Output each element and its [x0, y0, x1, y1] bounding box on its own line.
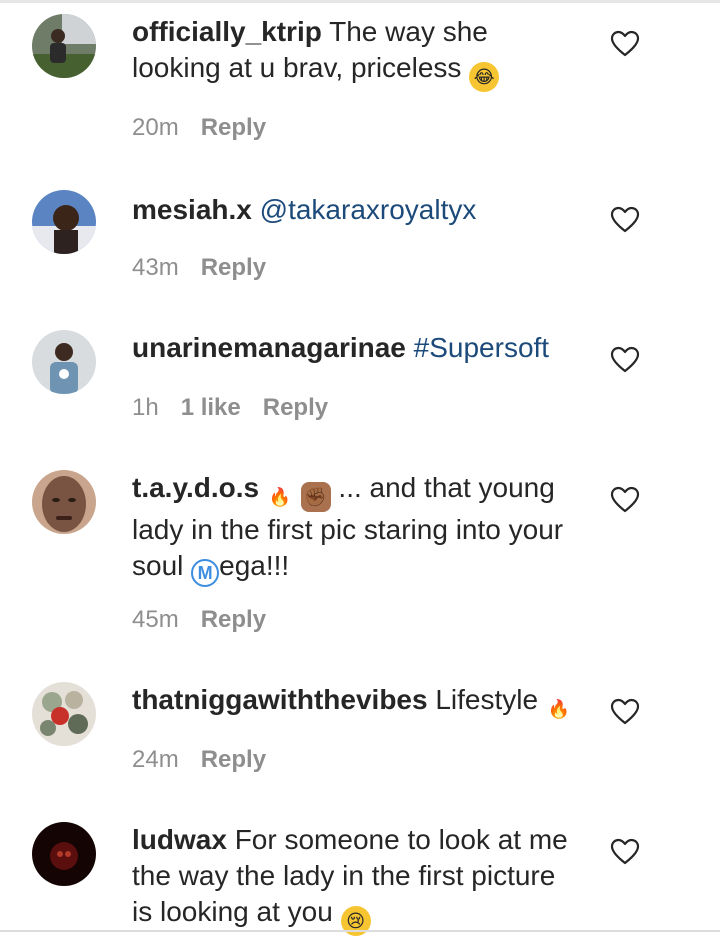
comment-time: 43m: [132, 254, 179, 281]
avatar[interactable]: [32, 682, 96, 746]
comment-time: 1h: [132, 394, 159, 421]
heart-outline-icon[interactable]: [610, 206, 640, 234]
comment-meta: 43m Reply: [132, 254, 266, 282]
comment-time: 24m: [132, 746, 179, 773]
raised-fist-emoji-icon: ✊🏾: [300, 482, 331, 512]
heart-outline-icon[interactable]: [610, 838, 640, 866]
comment-likes-count[interactable]: 1 like: [181, 394, 241, 421]
fire-emoji-icon: 🔥: [547, 699, 571, 719]
fire-emoji-icon: 🔥: [268, 487, 292, 507]
comment-text: ludwax For someone to look at me the way…: [132, 822, 582, 936]
comment-meta: 45m Reply: [132, 606, 266, 634]
reply-button[interactable]: Reply: [201, 254, 266, 281]
comment-meta: 20m Reply: [132, 114, 266, 142]
circled-m-icon: M: [191, 559, 220, 587]
comment-username[interactable]: unarinemanagarinae: [132, 332, 406, 363]
avatar[interactable]: [32, 470, 96, 534]
avatar[interactable]: [32, 14, 96, 78]
comment-text: officially_ktrip The way she looking at …: [132, 14, 582, 92]
comment-meta: 1h 1 like Reply: [132, 394, 328, 422]
heart-outline-icon[interactable]: [610, 698, 640, 726]
comment-content-end: ega!!!: [219, 550, 290, 581]
reply-button[interactable]: Reply: [201, 746, 266, 773]
laughing-emoji-icon: 😂: [469, 62, 500, 92]
reply-button[interactable]: Reply: [201, 606, 266, 633]
heart-outline-icon[interactable]: [610, 486, 640, 514]
comment-username[interactable]: thatniggawiththevibes: [132, 684, 428, 715]
comment-text: unarinemanagarinae #Supersoft: [132, 330, 582, 366]
comment-text: t.a.y.d.o.s 🔥 ✊🏾 ... and that young lady…: [132, 470, 582, 587]
comment-username[interactable]: ludwax: [132, 824, 227, 855]
reply-button[interactable]: Reply: [263, 394, 328, 421]
avatar[interactable]: [32, 822, 96, 886]
comment-time: 20m: [132, 114, 179, 141]
heart-outline-icon[interactable]: [610, 346, 640, 374]
comment-username[interactable]: mesiah.x: [132, 194, 252, 225]
comment-hashtag-link[interactable]: #Supersoft: [414, 332, 549, 363]
avatar[interactable]: [32, 190, 96, 254]
comment-time: 45m: [132, 606, 179, 633]
top-divider: [0, 0, 720, 3]
heart-outline-icon[interactable]: [610, 30, 640, 58]
comment-text: mesiah.x @takaraxroyaltyx: [132, 192, 582, 228]
comment-content: Lifestyle: [435, 684, 546, 715]
comment-text: thatniggawiththevibes Lifestyle 🔥: [132, 682, 582, 724]
reply-button[interactable]: Reply: [201, 114, 266, 141]
comment-username[interactable]: t.a.y.d.o.s: [132, 472, 259, 503]
comment-username[interactable]: officially_ktrip: [132, 16, 322, 47]
comment-mention-link[interactable]: @takaraxroyaltyx: [260, 194, 477, 225]
avatar[interactable]: [32, 330, 96, 394]
comment-meta: 24m Reply: [132, 746, 266, 774]
